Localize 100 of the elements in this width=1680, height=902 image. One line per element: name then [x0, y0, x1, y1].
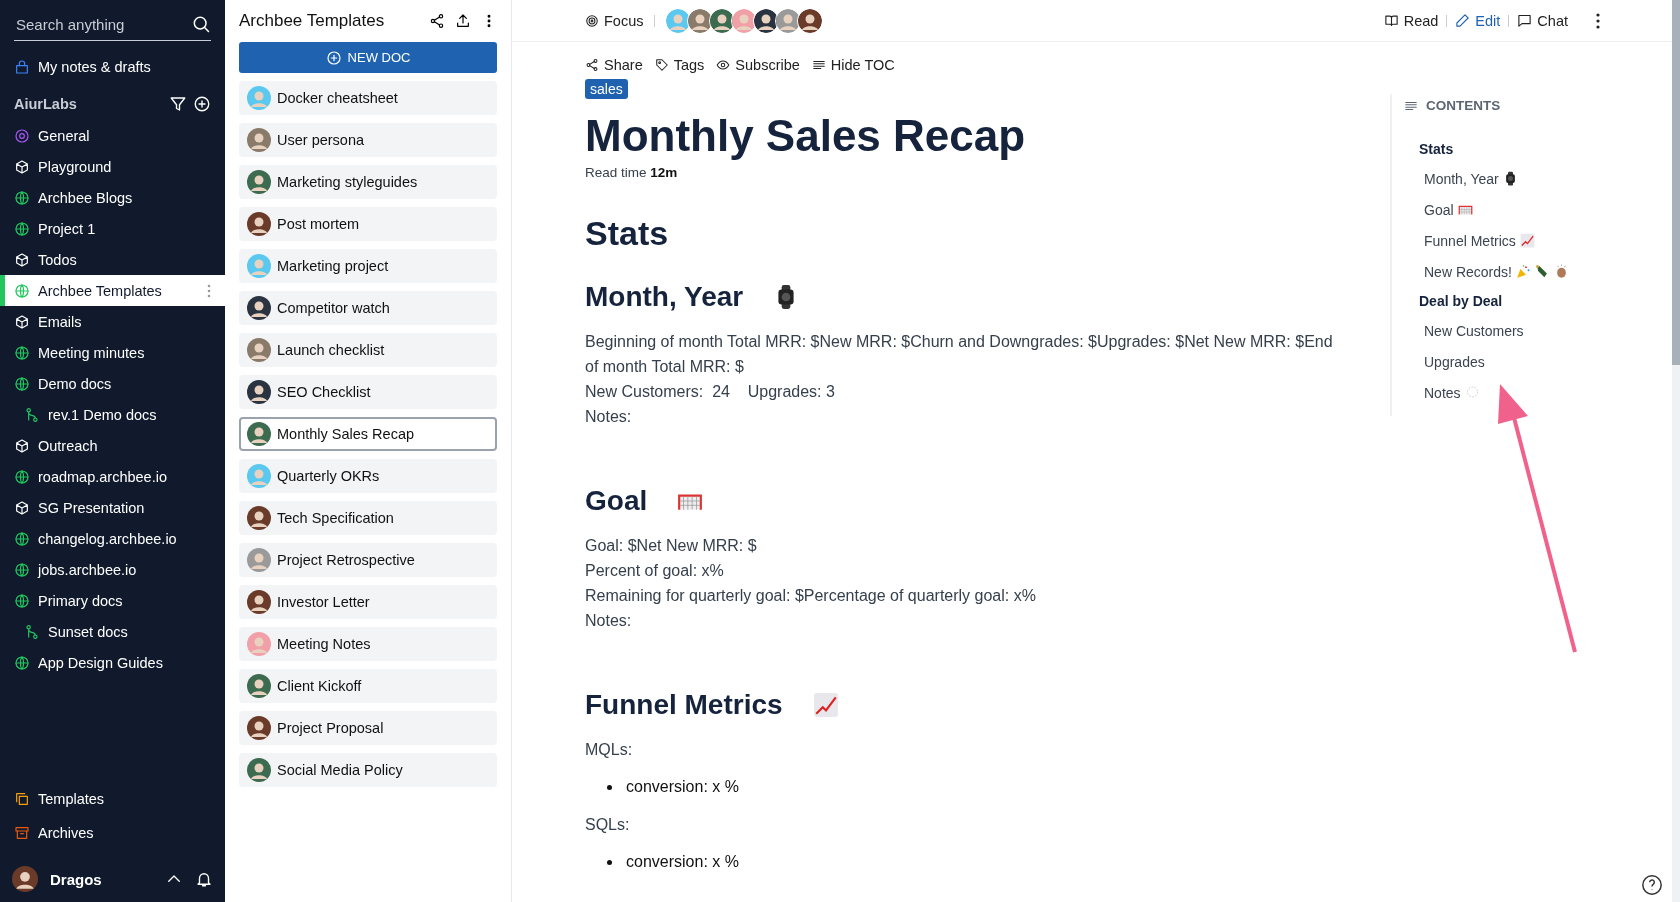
sidebar-item[interactable]: Playground [0, 151, 225, 182]
mode-tab[interactable]: Chat [1517, 12, 1568, 29]
doc-item[interactable]: Docker cheatsheet [239, 81, 497, 115]
subsection-heading: Funnel Metrics [585, 689, 783, 721]
doc-item[interactable]: Project Proposal [239, 711, 497, 745]
archive-icon [14, 825, 30, 841]
bullet-icon [607, 859, 612, 865]
mode-tab[interactable]: Read [1383, 12, 1439, 29]
list-title: Archbee Templates [239, 11, 386, 31]
doc-item[interactable]: User persona [239, 123, 497, 157]
focus-button[interactable]: Focus [585, 12, 644, 29]
add-icon [193, 95, 211, 113]
toolbar-button[interactable]: Subscribe [716, 57, 800, 73]
workspace-title: AiurLabs [14, 96, 78, 112]
sidebar-item[interactable]: rev.1 Demo docs [0, 399, 225, 430]
sidebar-item[interactable]: SG Presentation [0, 492, 225, 523]
toc-link[interactable]: New Customers [1424, 322, 1524, 339]
bullet-icon [607, 784, 612, 790]
more-icon[interactable] [1596, 12, 1600, 29]
toc-link[interactable]: Stats [1419, 141, 1454, 157]
doc-item[interactable]: Competitor watch [239, 291, 497, 325]
cube-icon [14, 437, 30, 454]
doc-item[interactable]: Project Retrospective [239, 543, 497, 577]
globe-icon [14, 654, 30, 671]
eye-icon [716, 58, 731, 72]
sidebar-item[interactable]: Sunset docs [0, 616, 225, 647]
doc-item[interactable]: Monthly Sales Recap [239, 417, 497, 451]
new-doc-button[interactable]: NEW DOC [239, 42, 497, 73]
copy-icon [14, 791, 30, 807]
avatar [12, 866, 38, 892]
subsection-heading: Goal [585, 485, 648, 517]
sidebar-item[interactable]: Archbee Blogs [0, 182, 225, 213]
party-popper-icon [1515, 264, 1531, 279]
bottle-icon [1534, 264, 1550, 279]
globe-icon [14, 282, 30, 299]
sidebar-item[interactable]: General [0, 120, 225, 151]
paragraph: Notes: [585, 611, 633, 631]
mode-tab[interactable]: Edit [1455, 12, 1501, 29]
globe-icon [14, 220, 30, 237]
sidebar-item[interactable]: Archives [0, 816, 225, 850]
sidebar-item[interactable]: Demo docs [0, 368, 225, 399]
cube-icon [14, 158, 30, 175]
tag-chip[interactable]: sales [585, 79, 628, 99]
toc-link[interactable]: Upgrades [1424, 353, 1485, 370]
sidebar-item[interactable]: Archbee Templates [0, 275, 225, 306]
doc-item[interactable]: Meeting Notes [239, 627, 497, 661]
target-icon [14, 127, 30, 144]
lines-icon [811, 58, 826, 72]
doc-item[interactable]: Investor Letter [239, 585, 497, 619]
doc-item[interactable]: Tech Specification [239, 501, 497, 535]
doc-item[interactable]: Marketing project [239, 249, 497, 283]
doc-item[interactable]: Quarterly OKRs [239, 459, 497, 493]
doc-item[interactable]: SEO Checklist [239, 375, 497, 409]
sidebar-item[interactable]: Meeting minutes [0, 337, 225, 368]
toolbar-button[interactable]: Hide TOC [811, 57, 895, 73]
doc-item[interactable]: Marketing styleguides [239, 165, 497, 199]
toc-link[interactable]: Deal by Deal [1419, 293, 1503, 309]
lock-icon [14, 58, 30, 75]
filter-icon [169, 95, 187, 113]
toolbar-button[interactable]: Tags [654, 57, 705, 73]
cube-icon [14, 251, 30, 268]
chart-icon [1519, 233, 1535, 248]
share-icon [429, 13, 445, 29]
paragraph: New Customers: 24 Upgrades: 3 [585, 382, 836, 402]
add-icon [325, 49, 342, 66]
sidebar-item[interactable]: changelog.archbee.io [0, 523, 225, 554]
sidebar-item[interactable]: Outreach [0, 430, 225, 461]
sidebar-item[interactable]: jobs.archbee.io [0, 554, 225, 585]
doc-item[interactable]: Launch checklist [239, 333, 497, 367]
scrollbar-thumb[interactable] [1672, 0, 1680, 365]
toc-link[interactable]: New Records! [1424, 263, 1512, 280]
list-item: conversion: x % [626, 778, 739, 796]
sidebar-item[interactable]: Todos [0, 244, 225, 275]
chart-icon [812, 692, 839, 718]
doc-item[interactable]: Social Media Policy [239, 753, 497, 787]
toolbar-button[interactable]: Share [585, 57, 643, 73]
sidebar-item[interactable]: App Design Guides [0, 647, 225, 678]
subsection-heading: Month, Year [585, 281, 744, 313]
bell-icon [195, 870, 213, 888]
toc-link[interactable]: Month, Year [1424, 170, 1499, 187]
paragraph: Notes: [585, 407, 633, 427]
sidebar-item[interactable]: Project 1 [0, 213, 225, 244]
sidebar-item[interactable]: Primary docs [0, 585, 225, 616]
globe-icon [14, 530, 30, 547]
target-icon [585, 13, 599, 28]
help-icon[interactable] [1641, 874, 1663, 896]
doc-item[interactable]: Client Kickoff [239, 669, 497, 703]
sidebar-item[interactable]: Templates [0, 782, 225, 816]
doc-item[interactable]: Post mortem [239, 207, 497, 241]
document-title: Monthly Sales Recap [585, 111, 1027, 161]
toc-link[interactable]: Goal [1424, 201, 1454, 218]
sidebar-item[interactable]: roadmap.archbee.io [0, 461, 225, 492]
search-icon [191, 14, 211, 34]
toc-link[interactable]: Funnel Metrics [1424, 232, 1516, 249]
toc-link[interactable]: Notes [1424, 384, 1461, 401]
sidebar-item[interactable]: Emails [0, 306, 225, 337]
sidebar-item[interactable]: My notes & drafts [0, 51, 225, 82]
search-field[interactable]: Search anything [14, 14, 191, 34]
branch-icon [24, 623, 40, 640]
thought-bubble-icon [1464, 385, 1480, 400]
